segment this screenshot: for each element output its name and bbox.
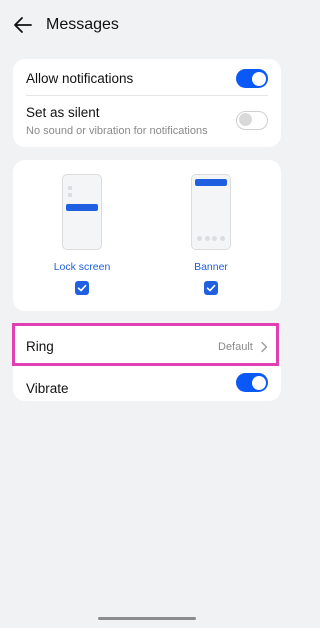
notification-style-card: Lock screen Banner — [13, 160, 281, 311]
ring-row[interactable]: Ring Default — [12, 323, 279, 366]
lock-screen-checkbox[interactable] — [75, 281, 89, 295]
check-icon — [77, 284, 87, 292]
set-as-silent-subtitle: No sound or vibration for notifications — [26, 125, 208, 137]
allow-notifications-toggle[interactable] — [236, 69, 268, 88]
lock-screen-notification-bar — [66, 204, 98, 211]
back-button[interactable] — [12, 14, 34, 36]
lock-mark — [68, 193, 72, 197]
dock-dot — [212, 236, 217, 241]
page-title: Messages — [46, 16, 119, 33]
chevron-right-icon — [260, 340, 268, 353]
back-arrow-icon — [14, 17, 32, 33]
toggle-knob — [252, 375, 266, 390]
dock-dot — [219, 236, 225, 241]
banner-preview[interactable] — [191, 174, 231, 250]
lock-screen-label: Lock screen — [53, 261, 111, 273]
vibrate-toggle[interactable] — [236, 373, 268, 392]
dock-dot — [197, 236, 202, 241]
set-as-silent-label: Set as silent — [26, 105, 100, 120]
banner-notification-bar — [195, 179, 227, 186]
check-icon — [206, 284, 216, 292]
banner-label: Banner — [194, 261, 228, 273]
lock-mark — [68, 186, 72, 190]
home-indicator[interactable] — [98, 617, 196, 620]
toggle-knob — [252, 71, 266, 86]
dock-dot — [204, 236, 210, 241]
ring-value: Default — [218, 341, 253, 353]
header: Messages — [0, 0, 294, 50]
toggle-knob — [239, 113, 252, 126]
allow-notifications-label: Allow notifications — [26, 71, 134, 86]
banner-checkbox[interactable] — [204, 281, 218, 295]
divider — [26, 95, 268, 96]
ring-label: Ring — [26, 339, 54, 354]
messages-settings-screen: Messages Allow notifications Set as sile… — [0, 0, 294, 628]
lock-screen-preview[interactable] — [62, 174, 102, 250]
vibrate-label: Vibrate — [26, 381, 69, 396]
set-as-silent-toggle[interactable] — [236, 111, 268, 130]
notifications-card: Allow notifications Set as silent No sou… — [13, 59, 281, 147]
